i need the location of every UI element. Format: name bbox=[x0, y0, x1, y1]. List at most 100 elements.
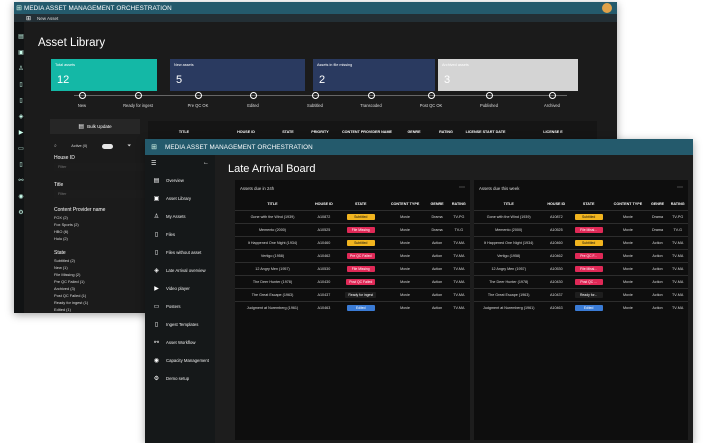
late-icon[interactable]: ◈ bbox=[14, 113, 28, 122]
card-total[interactable]: Total assets 12 bbox=[51, 59, 157, 91]
late-col-header[interactable]: TITLE bbox=[235, 197, 310, 211]
nav-posters[interactable]: ▭ Posters bbox=[145, 297, 215, 315]
bulk-update-button[interactable]: ▤ Bulk Update bbox=[50, 119, 140, 134]
user-icon[interactable]: ♙ bbox=[14, 65, 28, 74]
table-row[interactable]: The Deer Hunter (1978) A10430 Post QC ... M… bbox=[474, 275, 688, 289]
template-icon[interactable]: ▯ bbox=[14, 161, 28, 170]
step-subtitled: Subtitled bbox=[286, 92, 344, 108]
gauge-icon[interactable]: ◉ bbox=[14, 193, 28, 202]
col-state[interactable]: STATE bbox=[272, 125, 304, 138]
table-row[interactable]: Memento (2000) A10525 File Missing Movie Dra… bbox=[235, 223, 470, 237]
nav-ingest-templates[interactable]: ▯ Ingest Templates bbox=[145, 315, 215, 333]
table-row[interactable]: It Happened One Night (1934) A10460 Subtit… bbox=[474, 236, 688, 250]
nav-files[interactable]: ▯ Files bbox=[145, 225, 215, 243]
library-icon: ▣ bbox=[153, 195, 160, 202]
step-transcoded: Transcoded bbox=[342, 92, 400, 108]
status-badge: Subtitled bbox=[346, 214, 375, 220]
late-col-header[interactable]: STATE bbox=[569, 197, 608, 211]
col-license-end[interactable]: LICENSE E bbox=[509, 125, 597, 138]
late-col-header[interactable]: GENRE bbox=[648, 197, 668, 211]
table-row[interactable]: 12 Angry Men (1957) A10530 File Missi... Mo… bbox=[474, 262, 688, 276]
active-toggle[interactable] bbox=[101, 143, 113, 149]
table-row[interactable]: It Happened One Night (1934) A10460 Subtit… bbox=[235, 236, 470, 250]
col-priority[interactable]: PRIORITY bbox=[304, 125, 336, 138]
late-col-header[interactable]: GENRE bbox=[426, 197, 447, 211]
col-license-start[interactable]: LICENSE START DATE bbox=[462, 125, 509, 138]
grid-menu-icon[interactable]: ⊞ bbox=[14, 3, 24, 13]
table-row[interactable]: Gone with the Wind (1939) A10872 Subtitled… bbox=[235, 210, 470, 224]
more-options-icon[interactable]: ⋯ bbox=[459, 184, 465, 191]
nav-capacity[interactable]: ◉ Capacity Management bbox=[145, 351, 215, 369]
table-row[interactable]: The Great Escape (1963) A10437 Ready for..… bbox=[474, 288, 688, 302]
table-row[interactable]: 12 Angry Men (1957) A10530 File Missing Mov… bbox=[235, 262, 470, 276]
app-title: MEDIA ASSET MANAGEMENT ORCHESTRATION bbox=[24, 4, 172, 12]
status-badge: Edited bbox=[574, 305, 603, 311]
card-new[interactable]: New assets 5 bbox=[170, 59, 305, 91]
panel-title: Assets due in 24h bbox=[240, 186, 275, 191]
table-row[interactable]: Judgment at Nuremberg (1961) A10463 Edited… bbox=[474, 301, 688, 314]
nav-my-assets[interactable]: ♙ My Assets bbox=[145, 207, 215, 225]
status-badge: Subtitled bbox=[346, 240, 375, 246]
page-title: Asset Library bbox=[38, 37, 106, 49]
nav-video-player[interactable]: ▶ Video player bbox=[145, 279, 215, 297]
late-col-header[interactable]: HOUSE ID bbox=[310, 197, 338, 211]
avatar[interactable] bbox=[602, 3, 612, 13]
table-row[interactable]: The Deer Hunter (1978) A10430 Post QC Fail… bbox=[235, 275, 470, 289]
late-col-header[interactable]: STATE bbox=[338, 197, 384, 211]
col-provider[interactable]: CONTENT PROVIDER NAME bbox=[336, 125, 398, 138]
more-options-icon[interactable]: ⋯ bbox=[677, 184, 683, 191]
nav-asset-library[interactable]: ▣ Asset Library bbox=[145, 189, 215, 207]
status-badge: Post QC ... bbox=[574, 279, 603, 285]
user-icon: ♙ bbox=[153, 213, 160, 220]
nav-demo-setup[interactable]: ⚙ Demo setup bbox=[145, 369, 215, 387]
collapse-arrow-icon[interactable]: ← bbox=[203, 160, 209, 166]
page-title: Late Arrival Board bbox=[228, 163, 316, 175]
workflow-icon[interactable]: ⚯ bbox=[14, 177, 28, 186]
active-filter-label: Active (0) bbox=[71, 144, 88, 148]
late-table-week: TITLE HOUSE ID STATE CONTENT TYPE GENRE RATIN… bbox=[474, 197, 688, 314]
filter-bar: ⌕ Active (0) ⏷ ⌄ bbox=[54, 140, 150, 152]
late-col-header[interactable]: CONTENT TYPE bbox=[608, 197, 648, 211]
late-col-header[interactable]: CONTENT TYPE bbox=[384, 197, 427, 211]
settings-icon[interactable]: ⚙ bbox=[14, 209, 28, 218]
table-row[interactable]: Gone with the Wind (1939) A10872 Subtitled… bbox=[474, 210, 688, 224]
grid-menu-icon[interactable]: ⊞ bbox=[149, 142, 159, 152]
table-row[interactable]: Vertigo (1958) A10462 Pre QC Failed Movie Ac… bbox=[235, 249, 470, 263]
status-badge: File Missi... bbox=[574, 266, 603, 272]
card-archived[interactable]: Archived assets 3 bbox=[438, 59, 578, 91]
menu-icon[interactable]: ☰ bbox=[151, 160, 156, 167]
workflow-icon: ⚯ bbox=[153, 339, 160, 346]
overview-icon[interactable]: ▤ bbox=[14, 33, 28, 42]
table-row[interactable]: Memento (2000) A10525 File Missi... Movie Dr… bbox=[474, 223, 688, 237]
col-title[interactable]: TITLE bbox=[148, 125, 220, 138]
nav-files-without-asset[interactable]: ▯ Files without asset bbox=[145, 243, 215, 261]
late-col-header[interactable]: RATING bbox=[667, 197, 688, 211]
step-new: New bbox=[53, 92, 111, 108]
play-icon[interactable]: ▶ bbox=[14, 129, 28, 138]
late-table-24h: TITLE HOUSE ID STATE CONTENT TYPE GENRE RATIN… bbox=[235, 197, 470, 314]
late-col-header[interactable]: TITLE bbox=[474, 197, 543, 211]
nav-late-arrival[interactable]: ◈ Late Arrival overview bbox=[145, 261, 215, 279]
table-row[interactable]: The Great Escape (1963) A10437 Ready for i… bbox=[235, 288, 470, 302]
image-icon[interactable]: ▭ bbox=[14, 145, 28, 154]
table-row[interactable]: Judgment at Nuremberg (1961) A10463 Edited… bbox=[235, 301, 470, 314]
image-icon: ▭ bbox=[153, 303, 160, 310]
col-genre[interactable]: GENRE bbox=[398, 125, 430, 138]
new-asset-button[interactable]: New Asset bbox=[37, 16, 58, 21]
file-icon: ▯ bbox=[154, 231, 159, 238]
nav-asset-workflow[interactable]: ⚯ Asset Workflow bbox=[145, 333, 215, 351]
new-asset-icon[interactable]: ⊞ bbox=[26, 15, 31, 22]
step-archived: Archived bbox=[523, 92, 581, 108]
col-house-id[interactable]: HOUSE ID bbox=[220, 125, 272, 138]
file-icon[interactable]: ▯ bbox=[14, 81, 28, 90]
search-icon[interactable]: ⌕ bbox=[54, 143, 57, 149]
filter-icon[interactable]: ⏷ bbox=[127, 143, 131, 149]
table-row[interactable]: Vertigo (1958) A10462 Pre QC F... Movie Acti… bbox=[474, 249, 688, 263]
file-missing-icon[interactable]: ▯ bbox=[14, 97, 28, 106]
late-col-header[interactable]: HOUSE ID bbox=[543, 197, 569, 211]
late-col-header[interactable]: RATING bbox=[448, 197, 470, 211]
card-missing[interactable]: Assets in file missing 2 bbox=[313, 59, 435, 91]
col-rating[interactable]: RATING bbox=[430, 125, 462, 138]
library-icon[interactable]: ▣ bbox=[14, 49, 28, 58]
nav-overview[interactable]: ▤ Overview bbox=[145, 171, 215, 189]
